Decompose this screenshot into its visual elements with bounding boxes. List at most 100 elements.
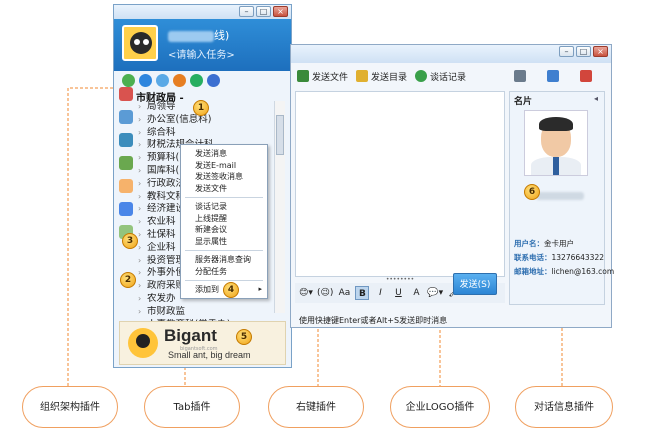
department-label: 农发办 [147,292,176,304]
font-button[interactable]: Aa [337,286,351,300]
italic-button[interactable]: I [373,286,387,300]
department-item[interactable]: › 市财政监 [138,306,273,319]
collapse-icon[interactable]: ◂ [594,94,598,103]
avatar[interactable] [122,25,158,61]
phone-icon [514,70,527,82]
menu-item[interactable]: 新建会议 [181,224,267,236]
expand-arrow-icon: › [138,127,142,137]
contact-photo [524,110,588,176]
department-label: 企业科 [147,241,176,253]
menu-item[interactable]: 发送消息 [181,148,267,160]
tab-chat-icon[interactable] [119,156,133,170]
tab-favorites-icon[interactable] [119,179,133,193]
menu-item[interactable]: 服务器消息查询 [181,254,267,266]
expand-arrow-icon: › [138,204,142,214]
im-titlebar[interactable]: – □ × [114,5,291,19]
expand-arrow-icon: › [138,281,142,291]
expand-arrow-icon: › [138,165,142,175]
company-logo-area: Bigant bigantsoft.com Small ant, big dre… [119,321,286,365]
chat-history-button[interactable]: 谈话记录 [415,70,466,83]
email-value: lichen@163.com [551,267,615,276]
underline-button[interactable]: U [391,286,405,300]
menu-separator [185,280,263,281]
caption-context-menu-plugin: 右键插件 [268,386,364,428]
department-label: 农业科 [147,216,176,228]
caption-logo-plugin: 企业LOGO插件 [390,386,490,428]
logo-slogan: Small ant, big dream [168,350,251,360]
users-icon[interactable] [173,73,186,87]
close-button[interactable]: × [273,6,288,17]
status-hint: 使用快捷键Enter或者Alt+S发送即时消息 [299,316,448,325]
menu-item[interactable]: 上线提醒 [181,213,267,225]
send-file-icon [297,70,309,82]
blurred-name [536,192,584,200]
card-phone-row: 联系电话：13276643322 [514,252,604,263]
signature-input[interactable]: <请输入任务> [168,46,235,61]
tab-organization-icon[interactable] [119,87,133,101]
menu-item-label: 添加到 [195,285,219,294]
context-menu: 发送消息 发送E-mail 发送签收消息 发送文件 谈话记录 上线提醒 新建会议 显示属性 … [180,144,268,299]
send-folder-label: 发送目录 [371,72,408,83]
user-name[interactable]: 线) [168,27,229,43]
maximize-button[interactable]: □ [256,6,271,17]
email-label: 邮箱地址： [514,267,552,276]
emoji-button[interactable]: 😊▾ [299,286,313,300]
tab-web-icon[interactable] [119,202,133,216]
send-folder-button[interactable]: 发送目录 [356,70,407,83]
send-button[interactable]: 发送(S) [453,273,497,295]
maximize-button[interactable]: □ [576,46,591,57]
card-user-row: 用户名：金卡用户 [514,238,574,249]
scrollbar[interactable] [274,101,285,313]
font-color-button[interactable]: A [409,286,423,300]
menu-item[interactable]: 发送签收消息 [181,171,267,183]
invite-button[interactable] [547,70,562,82]
menu-item[interactable]: 谈话记录 [181,201,267,213]
bubble-button[interactable]: 💬▾ [427,286,443,300]
im-profile-header: 线) <请输入任务> [114,19,291,71]
bold-button[interactable]: B [355,286,370,300]
minimize-button[interactable]: – [559,46,574,57]
menu-item[interactable]: 显示属性 [181,236,267,248]
phone-value: 13276643322 [551,253,605,262]
menu-separator [185,250,263,251]
expand-arrow-icon: › [138,268,142,278]
tab-contacts-icon[interactable] [119,110,133,124]
department-label: 局领导 [147,101,176,112]
message-history[interactable] [295,91,505,277]
tab-bar [119,87,135,248]
web-icon[interactable] [190,73,203,87]
expand-arrow-icon: › [138,178,142,188]
card-panel: 名片 ◂ 用户名：金卡用户 联系电话：13276643322 邮箱地址：lich… [509,91,614,305]
close-button[interactable]: × [593,46,608,57]
user-status-text: 线) [214,29,230,42]
globe-icon[interactable] [139,73,152,87]
expand-arrow-icon: › [138,242,142,252]
menu-item[interactable]: 发送文件 [181,183,267,195]
tab-groups-icon[interactable] [119,133,133,147]
check-icon[interactable] [122,73,135,87]
minimize-button[interactable]: – [239,6,254,17]
plugin-button[interactable] [580,70,595,82]
department-label: 预算科( [147,152,180,164]
department-label: 市财政监 [147,305,186,317]
menu-item[interactable]: 发送E-mail [181,160,267,172]
ant-logo-icon [128,328,158,358]
expand-arrow-icon: › [138,217,142,227]
department-item[interactable]: › 综合科 [138,127,273,140]
wink-button[interactable]: (😉) [317,286,333,300]
card-title: 名片 [514,97,533,107]
send-file-button[interactable]: 发送文件 [297,70,348,83]
caption-org-plugin: 组织架构插件 [22,386,118,428]
marker-4: 4 [223,282,239,298]
folder-icon [356,70,369,82]
department-label: 社保科 [147,228,176,240]
phone-button[interactable] [514,70,529,82]
expand-arrow-icon: › [138,153,142,163]
user-label: 用户名： [514,239,544,248]
help-icon[interactable] [207,73,220,87]
marker-1: 1 [193,100,209,116]
menu-item[interactable]: 分配任务 [181,266,267,278]
refresh-icon[interactable] [156,73,169,87]
chat-titlebar[interactable]: – □ × [291,45,611,63]
department-item[interactable]: › 办公室(信息科) [138,114,273,127]
